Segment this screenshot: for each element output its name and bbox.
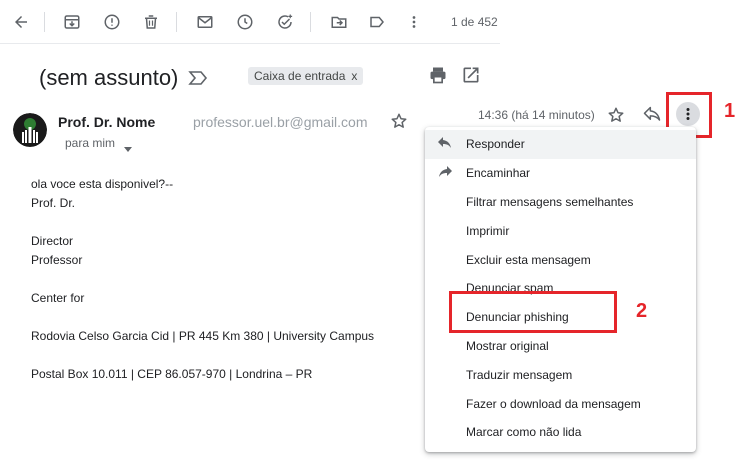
email-body: ola voce esta disponivel?-- Prof. Dr. Di… — [31, 175, 374, 384]
archive-icon[interactable] — [61, 11, 83, 33]
menu-item-reply[interactable]: Responder — [425, 130, 696, 159]
pagination-count: 1 de 452 — [451, 15, 498, 29]
open-new-window-icon[interactable] — [461, 65, 481, 85]
label-chip-text: Caixa de entrada — [254, 69, 346, 83]
menu-item-label: Responder — [466, 137, 525, 152]
annotation-step-number: 1 — [724, 100, 736, 122]
toolbar: 1 de 452 — [0, 0, 500, 44]
menu-item-show-original[interactable]: Mostrar original — [425, 332, 696, 361]
message-actions-menu: Responder Encaminhar Filtrar mensagens s… — [425, 127, 696, 452]
sender-name[interactable]: Prof. Dr. Nome — [58, 114, 155, 130]
inbox-label-chip[interactable]: Caixa de entrada x — [248, 67, 364, 85]
avatar — [13, 113, 47, 147]
body-line: Center for — [31, 291, 85, 305]
menu-item-mark-unread[interactable]: Marcar como não lida — [425, 418, 696, 447]
toolbar-divider — [310, 12, 311, 32]
body-line: Director — [31, 234, 74, 248]
toolbar-divider — [176, 12, 177, 32]
menu-item-delete-message[interactable]: Excluir esta mensagem — [425, 245, 696, 274]
recipient-label[interactable]: para mim — [65, 136, 115, 150]
menu-item-label: Mostrar original — [466, 338, 549, 353]
message-time: 14:36 (há 14 minutos) — [478, 108, 595, 122]
add-to-tasks-icon[interactable] — [274, 11, 296, 33]
star-icon[interactable] — [390, 112, 408, 130]
email-subject: (sem assunto) — [39, 65, 179, 90]
delete-icon[interactable] — [140, 11, 162, 33]
menu-item-label: Excluir esta mensagem — [466, 252, 591, 267]
body-line: Prof. Dr. — [31, 196, 76, 210]
label-icon[interactable] — [366, 11, 388, 33]
body-line: ola voce esta disponivel?-- — [31, 177, 174, 191]
star-icon[interactable] — [607, 106, 625, 124]
menu-item-filter-similar[interactable]: Filtrar mensagens semelhantes — [425, 188, 696, 217]
report-spam-icon[interactable] — [101, 11, 123, 33]
reply-icon[interactable] — [642, 106, 662, 124]
menu-item-label: Traduzir mensagem — [466, 367, 573, 382]
snooze-icon[interactable] — [234, 11, 256, 33]
menu-item-label: Marcar como não lida — [466, 425, 582, 440]
menu-item-label: Encaminhar — [466, 166, 531, 181]
menu-item-download-message[interactable]: Fazer o download da mensagem — [425, 389, 696, 418]
body-line: Rodovia Celso Garcia Cid | PR 445 Km 380… — [31, 329, 375, 343]
toolbar-divider — [44, 12, 45, 32]
sender-email: professor.uel.br@gmail.com — [193, 114, 368, 130]
menu-item-print[interactable]: Imprimir — [425, 216, 696, 245]
menu-item-label: Imprimir — [466, 223, 510, 238]
print-icon[interactable] — [428, 65, 448, 85]
menu-item-label: Fazer o download da mensagem — [466, 396, 641, 411]
menu-item-translate[interactable]: Traduzir mensagem — [425, 360, 696, 389]
mark-unread-icon[interactable] — [194, 11, 216, 33]
menu-item-forward[interactable]: Encaminhar — [425, 159, 696, 188]
body-line: Professor — [31, 253, 83, 267]
importance-marker-icon[interactable] — [188, 69, 208, 87]
menu-item-label: Filtrar mensagens semelhantes — [466, 194, 634, 209]
forward-icon — [437, 165, 453, 180]
remove-label-button[interactable]: x — [351, 69, 357, 83]
chevron-down-icon[interactable] — [124, 140, 132, 152]
annotation-highlight-box — [449, 291, 617, 333]
back-arrow-icon[interactable] — [10, 11, 32, 33]
move-to-icon[interactable] — [328, 11, 350, 33]
reply-icon — [437, 137, 453, 151]
more-vertical-icon[interactable] — [403, 11, 425, 33]
annotation-step-number: 2 — [636, 300, 648, 322]
body-line: Postal Box 10.011 | CEP 86.057-970 | Lon… — [31, 367, 313, 381]
